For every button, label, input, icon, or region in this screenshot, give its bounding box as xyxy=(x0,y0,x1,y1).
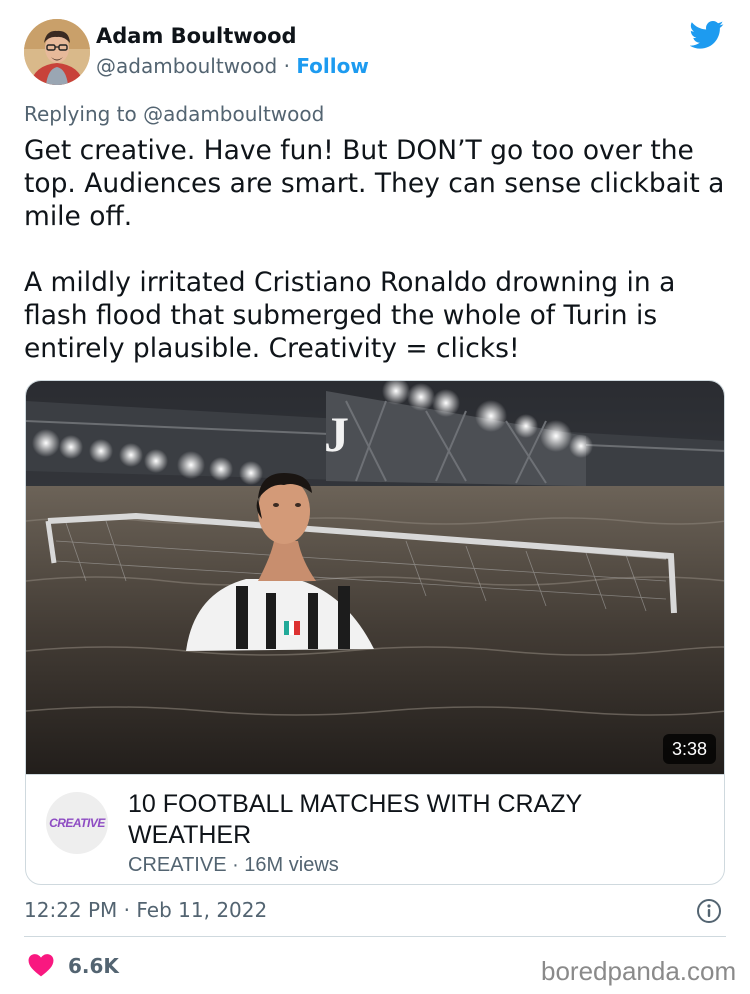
info-icon[interactable] xyxy=(696,898,722,924)
author-handle[interactable]: @adamboultwood xyxy=(96,54,277,78)
like-count[interactable]: 6.6K xyxy=(68,954,119,978)
video-card[interactable]: J 3:38 CREATIVE 10 FOOTBALL MATCHES WITH… xyxy=(25,380,725,885)
replying-to[interactable]: Replying to @adamboultwood xyxy=(24,102,324,126)
twitter-bird-icon[interactable] xyxy=(689,20,724,50)
video-card-footer[interactable]: CREATIVE 10 FOOTBALL MATCHES WITH CRAZY … xyxy=(26,774,724,884)
author-avatar[interactable] xyxy=(24,19,90,85)
author-handle-row: @adamboultwood · Follow xyxy=(96,54,369,78)
video-title[interactable]: 10 FOOTBALL MATCHES WITH CRAZY WEATHER xyxy=(128,789,688,851)
tweet-timestamp[interactable]: 12:22 PM · Feb 11, 2022 xyxy=(24,898,267,922)
video-thumbnail[interactable]: J 3:38 xyxy=(26,381,724,774)
tweet: Adam Boultwood @adamboultwood · Follow R… xyxy=(0,0,750,994)
video-duration-badge: 3:38 xyxy=(663,734,717,764)
tweet-text: Get creative. Have fun! But DON’T go too… xyxy=(24,135,725,364)
handle-separator: · xyxy=(277,54,297,78)
watermark: boredpanda.com xyxy=(541,956,737,986)
heart-icon[interactable] xyxy=(28,953,54,977)
svg-text:J: J xyxy=(324,406,349,462)
divider xyxy=(24,936,726,937)
channel-logo: CREATIVE xyxy=(46,792,108,854)
author-name[interactable]: Adam Boultwood xyxy=(96,24,297,48)
channel-logo-text: CREATIVE xyxy=(49,816,105,830)
video-meta: CREATIVE · 16M views xyxy=(128,854,339,876)
follow-button[interactable]: Follow xyxy=(296,54,369,78)
